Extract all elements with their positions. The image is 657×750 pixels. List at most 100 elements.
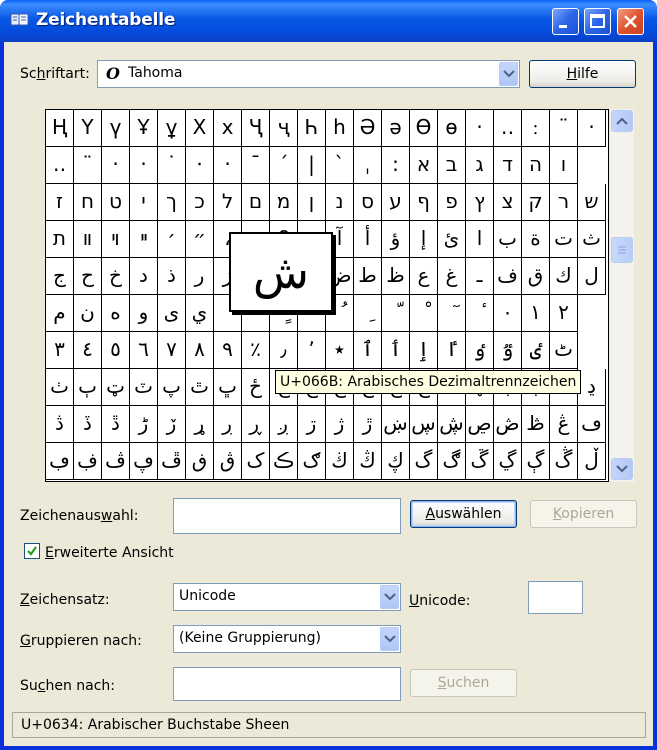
character-cell[interactable]: Ң — [46, 110, 74, 147]
character-cell[interactable]: נ — [326, 184, 354, 221]
character-cell[interactable]: Х — [186, 110, 214, 147]
character-cell[interactable]: ڞ — [494, 406, 522, 443]
character-cell[interactable]: ڤ — [102, 443, 130, 480]
character-cell[interactable]: ټ — [102, 369, 130, 406]
character-cell[interactable]: ا — [466, 221, 494, 258]
character-cell[interactable]: Ә — [354, 110, 382, 147]
character-cell[interactable]: Ү — [74, 110, 102, 147]
character-cell[interactable]: | — [298, 147, 326, 184]
search-input[interactable] — [173, 667, 401, 701]
character-cell[interactable]: ٽ — [130, 369, 158, 406]
character-cell[interactable]: י — [130, 184, 158, 221]
character-cell[interactable]: ن — [74, 295, 102, 332]
character-cell[interactable]: ړ — [186, 406, 214, 443]
character-cell[interactable]: ә — [382, 110, 410, 147]
character-cell[interactable]: ڠ — [550, 406, 578, 443]
character-cell[interactable]: ү — [102, 110, 130, 147]
character-cell[interactable]: ر — [186, 258, 214, 295]
character-cell[interactable]: һ — [326, 110, 354, 147]
character-cell[interactable]: · — [102, 147, 130, 184]
character-cell[interactable]: م — [46, 295, 74, 332]
character-cell[interactable]: ¨ — [74, 147, 102, 184]
character-cell[interactable]: ظ — [382, 258, 410, 295]
character-cell[interactable]: ب — [494, 221, 522, 258]
character-cell[interactable]: ١ — [522, 295, 550, 332]
character-cell[interactable]: Ұ — [130, 110, 158, 147]
character-cell[interactable]: ڔ — [214, 406, 242, 443]
character-cell[interactable]: ץ — [466, 184, 494, 221]
character-cell[interactable]: ׳ — [158, 221, 186, 258]
character-cell[interactable]: ٧ — [158, 332, 186, 369]
character-cell[interactable]: ך — [158, 184, 186, 221]
character-cell[interactable]: ٥ — [102, 332, 130, 369]
character-cell[interactable]: ڗ — [298, 406, 326, 443]
character-cell[interactable]: ٺ — [46, 369, 74, 406]
character-cell[interactable]: ײ — [130, 221, 158, 258]
character-cell[interactable]: ڲ — [494, 443, 522, 480]
character-cell[interactable]: ت — [550, 221, 578, 258]
advanced-view-checkbox[interactable] — [24, 543, 40, 559]
character-cell[interactable]: ז — [46, 184, 74, 221]
character-cell[interactable]: ط — [354, 258, 382, 295]
character-cell[interactable]: ڧ — [186, 443, 214, 480]
character-cell[interactable]: ן — [298, 184, 326, 221]
character-cell[interactable]: ڏ — [74, 406, 102, 443]
character-cell[interactable]: ک — [242, 443, 270, 480]
character-cell[interactable]: ˌ — [354, 147, 382, 184]
character-cell[interactable]: ڝ — [466, 406, 494, 443]
character-cell[interactable]: · — [214, 147, 242, 184]
character-cell[interactable]: ٵ — [438, 332, 466, 369]
character-cell[interactable]: Ө — [410, 110, 438, 147]
character-cell[interactable]: ڴ — [550, 443, 578, 480]
character-cell[interactable]: ڨ — [214, 443, 242, 480]
character-cell[interactable]: Ҷ — [242, 110, 270, 147]
advanced-view-label[interactable]: Erweiterte Ansicht — [45, 545, 174, 561]
character-cell[interactable]: · — [466, 110, 494, 147]
character-cell[interactable]: ק — [522, 184, 550, 221]
title-bar[interactable]: Zeichentabelle — [0, 0, 657, 42]
character-cell[interactable]: ْ — [410, 295, 438, 332]
character-cell[interactable]: ﹕ — [522, 110, 550, 147]
character-cell[interactable]: ڜ — [438, 406, 466, 443]
character-cell[interactable]: ס — [354, 184, 382, 221]
character-cell[interactable]: ف — [494, 258, 522, 295]
character-cell[interactable]: ڒ — [158, 406, 186, 443]
character-cell[interactable]: ת — [46, 221, 74, 258]
character-cell[interactable]: ښ — [382, 406, 410, 443]
character-cell[interactable]: א — [410, 147, 438, 184]
unicode-field[interactable] — [528, 581, 583, 614]
character-cell[interactable]: ّ — [382, 295, 410, 332]
character-cell[interactable]: ع — [410, 258, 438, 295]
character-cell[interactable]: ٲ — [382, 332, 410, 369]
copy-button[interactable]: Kopieren — [530, 500, 637, 528]
group-select[interactable]: (Keine Gruppierung) — [173, 625, 401, 653]
character-cell[interactable]: ٪ — [242, 332, 270, 369]
character-cell[interactable]: غ — [438, 258, 466, 295]
font-select[interactable]: O Tahoma — [97, 60, 520, 88]
character-cell[interactable]: أ — [354, 221, 382, 258]
scroll-thumb[interactable] — [611, 237, 633, 263]
character-cell[interactable]: ك — [550, 258, 578, 295]
scroll-down-button[interactable] — [611, 458, 633, 480]
character-cell[interactable]: ـ — [466, 258, 494, 295]
character-cell[interactable]: ة — [522, 221, 550, 258]
character-cell[interactable]: ګ — [298, 443, 326, 480]
character-cell[interactable]: ق — [522, 258, 550, 295]
character-cell[interactable]: ٓ — [438, 295, 466, 332]
character-cell[interactable]: ҷ — [270, 110, 298, 147]
character-cell[interactable]: ڕ — [242, 406, 270, 443]
character-cell[interactable]: פ — [438, 184, 466, 221]
character-cell[interactable]: ه — [102, 295, 130, 332]
character-cell[interactable]: ‧ — [130, 147, 158, 184]
character-cell[interactable]: ئ — [438, 221, 466, 258]
character-cell[interactable]: ‥ — [494, 110, 522, 147]
character-cell[interactable]: ٦ — [130, 332, 158, 369]
character-cell[interactable]: ¨ — [550, 110, 578, 147]
character-cell[interactable]: װ — [74, 221, 102, 258]
character-cell[interactable]: ل — [578, 258, 606, 295]
character-cell[interactable]: ұ — [158, 110, 186, 147]
character-cell[interactable]: ٷ — [494, 332, 522, 369]
character-cell[interactable]: ڎ — [46, 406, 74, 443]
maximize-button[interactable] — [584, 8, 611, 35]
character-cell[interactable]: ج — [46, 258, 74, 295]
